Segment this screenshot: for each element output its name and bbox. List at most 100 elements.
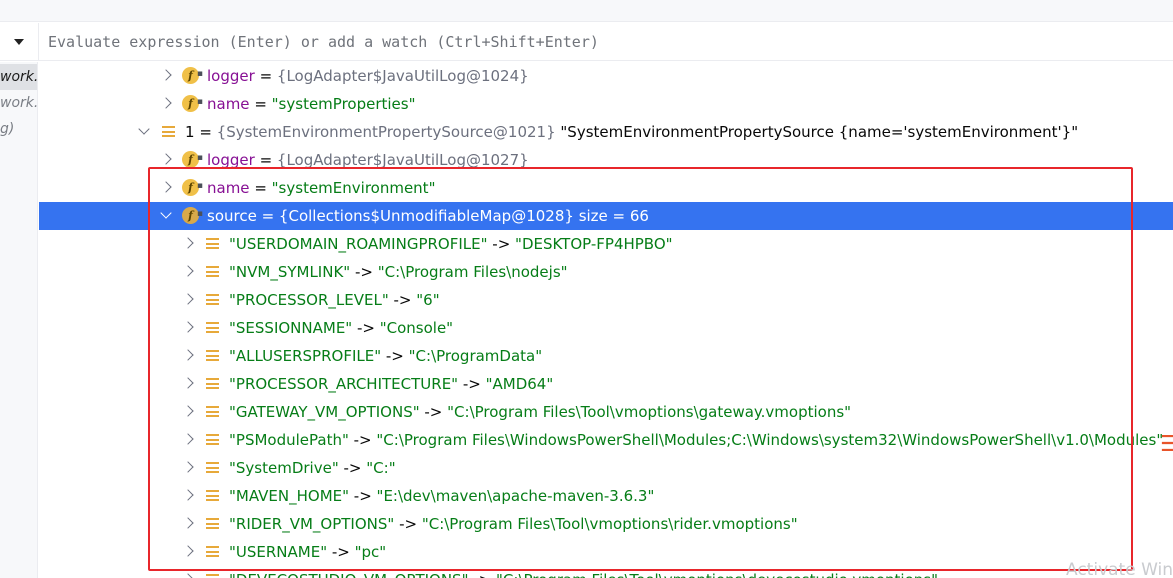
operator: = bbox=[254, 67, 277, 85]
operator: -> bbox=[487, 235, 516, 253]
chevron-right-icon[interactable] bbox=[160, 97, 172, 109]
operator: -> bbox=[388, 291, 417, 309]
map-entry-row[interactable]: "NVM_SYMLINK" -> "C:\Program Files\nodej… bbox=[39, 258, 1173, 286]
row-text: "PSModulePath" -> "C:\Program Files\Wind… bbox=[229, 426, 1163, 454]
map-key: "SystemDrive" bbox=[229, 459, 339, 477]
chevron-right-icon[interactable] bbox=[182, 433, 194, 445]
row-text: source = {Collections$UnmodifiableMap@10… bbox=[207, 202, 649, 230]
variable-row[interactable]: 1 = {SystemEnvironmentPropertySource@102… bbox=[39, 118, 1173, 146]
operator: -> bbox=[348, 431, 377, 449]
object-reference: {LogAdapter$JavaUtilLog@1024} bbox=[276, 67, 529, 85]
chevron-right-icon[interactable] bbox=[182, 545, 194, 557]
chevron-right-icon[interactable] bbox=[182, 349, 194, 361]
variable-row[interactable]: f ▪ name = "systemProperties" bbox=[39, 90, 1173, 118]
chevron-right-icon[interactable] bbox=[182, 405, 194, 417]
map-entry-row[interactable]: "PROCESSOR_ARCHITECTURE" -> "AMD64" bbox=[39, 370, 1173, 398]
string-value: "systemProperties" bbox=[271, 95, 416, 113]
operator: = bbox=[256, 207, 279, 225]
string-value: "C:\Program Files\Tool\vmoptions\devecos… bbox=[496, 571, 938, 578]
variable-row[interactable]: f ▪ source = {Collections$UnmodifiableMap@… bbox=[39, 202, 1173, 230]
value-summary: size = 66 bbox=[573, 207, 649, 225]
chevron-down-icon[interactable] bbox=[160, 207, 172, 219]
chevron-down-icon[interactable] bbox=[138, 123, 150, 135]
string-value: "C:\ProgramData" bbox=[408, 347, 543, 365]
frame-item[interactable]: work. bbox=[0, 64, 37, 90]
row-text: name = "systemEnvironment" bbox=[207, 174, 435, 202]
map-key: "SESSIONNAME" bbox=[229, 319, 353, 337]
row-text: logger = {LogAdapter$JavaUtilLog@1027} bbox=[207, 146, 529, 174]
operator: -> bbox=[349, 487, 377, 505]
operator: -> bbox=[394, 515, 422, 533]
map-entry-row[interactable]: "DEVECOSTUDIO_VM_OPTIONS" -> "C:\Program… bbox=[39, 566, 1173, 578]
operator: -> bbox=[338, 459, 367, 477]
row-text: "MAVEN_HOME" -> "E:\dev\maven\apache-mav… bbox=[229, 482, 654, 510]
map-entry-row[interactable]: "PSModulePath" -> "C:\Program Files\Wind… bbox=[39, 426, 1173, 454]
frame-item[interactable]: g) bbox=[0, 116, 14, 142]
chevron-right-icon[interactable] bbox=[160, 69, 172, 81]
string-value: "pc" bbox=[354, 543, 387, 561]
list-icon bbox=[206, 266, 219, 278]
variable-name: logger bbox=[207, 67, 255, 85]
variable-name: name bbox=[207, 95, 250, 113]
map-entry-row[interactable]: "USERDOMAIN_ROAMINGPROFILE" -> "DESKTOP-… bbox=[39, 230, 1173, 258]
frames-list: work. work.c g) bbox=[0, 62, 38, 578]
chevron-right-icon[interactable] bbox=[182, 265, 194, 277]
map-entry-row[interactable]: "RIDER_VM_OPTIONS" -> "C:\Program Files\… bbox=[39, 510, 1173, 538]
chevron-right-icon[interactable] bbox=[160, 153, 172, 165]
operator: = bbox=[194, 123, 217, 141]
string-value: "AMD64" bbox=[485, 375, 554, 393]
row-text: name = "systemProperties" bbox=[207, 90, 416, 118]
operator: = bbox=[249, 179, 272, 197]
row-text: "DEVECOSTUDIO_VM_OPTIONS" -> "C:\Program… bbox=[229, 566, 938, 578]
chevron-right-icon[interactable] bbox=[182, 573, 194, 578]
chevron-right-icon[interactable] bbox=[182, 461, 194, 473]
map-entry-row[interactable]: "USERNAME" -> "pc" bbox=[39, 538, 1173, 566]
string-value: "C:\Program Files\Tool\vmoptions\rider.v… bbox=[421, 515, 798, 533]
chevron-down-icon[interactable] bbox=[14, 39, 24, 45]
operator: -> bbox=[458, 375, 486, 393]
map-entry-row[interactable]: "SystemDrive" -> "C:" bbox=[39, 454, 1173, 482]
chevron-right-icon[interactable] bbox=[182, 517, 194, 529]
map-key: "GATEWAY_VM_OPTIONS" bbox=[229, 403, 420, 421]
variable-row[interactable]: f ▪ name = "systemEnvironment" bbox=[39, 174, 1173, 202]
chevron-right-icon[interactable] bbox=[160, 181, 172, 193]
variable-row[interactable]: f ▪ logger = {LogAdapter$JavaUtilLog@1027} bbox=[39, 146, 1173, 174]
map-entry-row[interactable]: "MAVEN_HOME" -> "E:\dev\maven\apache-mav… bbox=[39, 482, 1173, 510]
operator: = bbox=[254, 151, 277, 169]
evaluate-expression-input[interactable] bbox=[40, 24, 1160, 60]
field-icon: f ▪ bbox=[182, 151, 203, 168]
object-reference: {LogAdapter$JavaUtilLog@1027} bbox=[276, 151, 529, 169]
row-text: logger = {LogAdapter$JavaUtilLog@1024} bbox=[207, 62, 529, 90]
frame-item[interactable]: work.c bbox=[0, 90, 37, 116]
map-entry-row[interactable]: "SESSIONNAME" -> "Console" bbox=[39, 314, 1173, 342]
toolbar-divider bbox=[38, 23, 39, 61]
list-icon bbox=[206, 462, 219, 474]
map-key: "RIDER_VM_OPTIONS" bbox=[229, 515, 395, 533]
string-value: "systemEnvironment" bbox=[271, 179, 436, 197]
object-reference: {Collections$UnmodifiableMap@1028} bbox=[278, 207, 574, 225]
variable-row[interactable]: f ▪ logger = {LogAdapter$JavaUtilLog@1024} bbox=[39, 62, 1173, 90]
row-text: "USERDOMAIN_ROAMINGPROFILE" -> "DESKTOP-… bbox=[229, 230, 673, 258]
variables-tree: f ▪ logger = {LogAdapter$JavaUtilLog@1024}… bbox=[39, 62, 1173, 578]
row-text: "PROCESSOR_ARCHITECTURE" -> "AMD64" bbox=[229, 370, 553, 398]
map-entry-row[interactable]: "ALLUSERSPROFILE" -> "C:\ProgramData" bbox=[39, 342, 1173, 370]
chevron-right-icon[interactable] bbox=[182, 321, 194, 333]
map-entry-row[interactable]: "PROCESSOR_LEVEL" -> "6" bbox=[39, 286, 1173, 314]
list-icon bbox=[206, 434, 219, 446]
chevron-right-icon[interactable] bbox=[182, 489, 194, 501]
operator: -> bbox=[381, 347, 409, 365]
chevron-right-icon[interactable] bbox=[182, 237, 194, 249]
map-entry-row[interactable]: "GATEWAY_VM_OPTIONS" -> "C:\Program File… bbox=[39, 398, 1173, 426]
object-reference: {SystemEnvironmentPropertySource@1021} bbox=[216, 123, 556, 141]
map-key: "NVM_SYMLINK" bbox=[229, 263, 351, 281]
map-key: "DEVECOSTUDIO_VM_OPTIONS" bbox=[229, 571, 468, 578]
chevron-right-icon[interactable] bbox=[182, 377, 194, 389]
string-value: "C:" bbox=[366, 459, 396, 477]
row-text: "ALLUSERSPROFILE" -> "C:\ProgramData" bbox=[229, 342, 542, 370]
string-value: "Console" bbox=[379, 319, 454, 337]
chevron-right-icon[interactable] bbox=[182, 293, 194, 305]
html5-icon: ☰ bbox=[1160, 432, 1173, 457]
map-key: "MAVEN_HOME" bbox=[229, 487, 350, 505]
list-icon bbox=[206, 490, 219, 502]
operator: -> bbox=[468, 571, 496, 578]
